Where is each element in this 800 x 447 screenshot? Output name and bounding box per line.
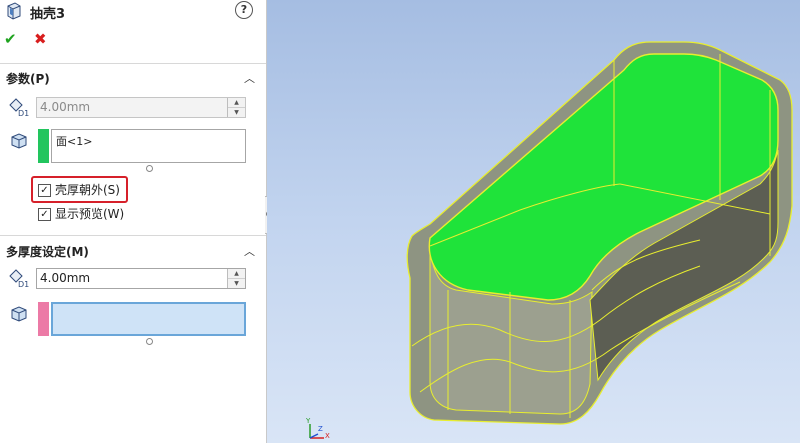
triad-x-label: X [325, 432, 330, 440]
multi-thickness-faces-list[interactable] [51, 302, 246, 336]
faces-to-remove-list[interactable]: 面<1> [51, 129, 246, 163]
divider [0, 63, 266, 64]
svg-text:D1: D1 [18, 280, 29, 288]
shell-thickness-input[interactable]: 4.00mm ▲ ▼ [36, 97, 246, 118]
thickness-d1-icon: D1 [9, 98, 29, 117]
ok-button[interactable]: ✔ [4, 30, 17, 48]
multi-faces-color-indicator [38, 302, 49, 336]
list-resize-handle[interactable] [146, 165, 153, 172]
shell-outward-label: 壳厚朝外(S) [55, 183, 120, 197]
feature-header: 抽壳3 ? [0, 0, 266, 24]
multi-thickness-title[interactable]: 多厚度设定(M) [6, 243, 89, 260]
collapse-parameters-icon[interactable]: ︿ [244, 70, 255, 86]
checkbox-checked-icon[interactable]: ✓ [38, 208, 51, 221]
faces-color-indicator [38, 129, 49, 163]
graphics-area[interactable]: Y X Z [267, 0, 800, 443]
checkbox-checked-icon[interactable]: ✓ [38, 184, 51, 197]
svg-text:D1: D1 [18, 109, 29, 117]
feature-title: 抽壳3 [30, 7, 66, 22]
collapse-multi-thickness-icon[interactable]: ︿ [244, 243, 255, 259]
cancel-button[interactable]: ✖ [34, 30, 47, 48]
list-resize-handle[interactable] [146, 338, 153, 345]
property-manager: 抽壳3 ? ✔ ✖ 参数(P) ︿ D1 4.00mm ▲ ▼ 面<1> ✓ 壳… [0, 0, 267, 443]
faces-to-remove-icon [11, 133, 27, 149]
divider [0, 235, 266, 236]
list-item[interactable]: 面<1> [56, 133, 241, 149]
triad-z-label: Z [318, 425, 323, 433]
multi-thickness-input[interactable]: 4.00mm ▲ ▼ [36, 268, 246, 289]
axis-triad-icon: Y X Z [305, 417, 330, 440]
parameters-title[interactable]: 参数(P) [6, 70, 50, 87]
help-button[interactable]: ? [235, 1, 253, 19]
shell-feature-icon [7, 2, 21, 20]
spin-up-icon[interactable]: ▲ [228, 98, 245, 108]
triad-y-label: Y [305, 417, 311, 425]
shell-model-preview[interactable]: Y X Z [267, 0, 800, 443]
show-preview-checkbox[interactable]: ✓ 显示预览(W) [38, 206, 124, 222]
show-preview-label: 显示预览(W) [55, 207, 125, 221]
thickness-spinner[interactable]: ▲ ▼ [227, 269, 245, 288]
thickness-d1-icon: D1 [9, 269, 29, 288]
thickness-spinner[interactable]: ▲ ▼ [227, 98, 245, 117]
spin-down-icon[interactable]: ▼ [228, 108, 245, 117]
shell-outward-checkbox[interactable]: ✓ 壳厚朝外(S) [38, 182, 120, 198]
spin-down-icon[interactable]: ▼ [228, 279, 245, 288]
multi-thickness-value: 4.00mm [40, 271, 91, 285]
shell-thickness-value: 4.00mm [40, 100, 91, 114]
spin-up-icon[interactable]: ▲ [228, 269, 245, 279]
multi-thickness-faces-icon [11, 306, 27, 322]
